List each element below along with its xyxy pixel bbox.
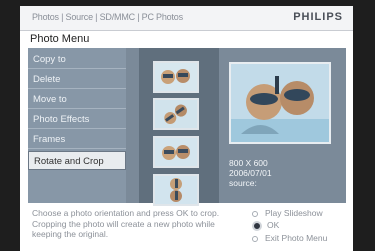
menu-item-move-to[interactable]: Move to bbox=[28, 90, 126, 109]
header-bar: Photos | Source | SD/MMC | PC Photos PHI… bbox=[20, 6, 353, 31]
photo-resolution: 800 X 600 bbox=[229, 158, 268, 168]
exit-icon bbox=[252, 235, 258, 242]
help-text: Choose a photo orientation and press OK … bbox=[32, 208, 252, 240]
photo-info: 800 X 600 2006/07/01 source: bbox=[229, 158, 272, 188]
menu-item-label: Move to bbox=[33, 94, 67, 105]
thumbnail-image bbox=[155, 138, 197, 166]
preview-image bbox=[231, 64, 329, 142]
thumbnail-photo-1[interactable] bbox=[153, 61, 199, 93]
play-slideshow-label: Play Slideshow bbox=[265, 208, 323, 218]
thumbnail-photo-3[interactable] bbox=[153, 136, 199, 168]
photo-date: 2006/07/01 bbox=[229, 168, 272, 178]
play-slideshow-option[interactable]: Play Slideshow bbox=[252, 208, 323, 218]
help-line-2: Cropping the photo will create a new pho… bbox=[32, 218, 215, 229]
photo-frame-screen: Photos | Source | SD/MMC | PC Photos PHI… bbox=[20, 6, 353, 251]
thumbnail-image bbox=[155, 100, 197, 128]
menu-item-label: Copy to bbox=[33, 54, 66, 65]
page-title: Photo Menu bbox=[30, 33, 90, 45]
thumbnail-photo-2[interactable] bbox=[153, 98, 199, 130]
thumbnail-photo-4[interactable] bbox=[153, 174, 199, 206]
breadcrumb: Photos | Source | SD/MMC | PC Photos bbox=[32, 12, 183, 22]
photo-source-label: source: bbox=[229, 178, 257, 188]
ok-button-icon bbox=[252, 220, 262, 231]
menu-item-delete[interactable]: Delete bbox=[28, 70, 126, 89]
menu-item-label: Frames bbox=[33, 134, 66, 145]
thumbnail-image bbox=[155, 63, 197, 91]
photo-preview bbox=[229, 62, 331, 144]
ok-option[interactable]: OK bbox=[252, 220, 279, 231]
device-frame: Photos | Source | SD/MMC | PC Photos PHI… bbox=[0, 0, 375, 251]
exit-label: Exit Photo Menu bbox=[265, 233, 328, 243]
thumbnail-image bbox=[155, 176, 197, 204]
menu-item-rotate-and-crop[interactable]: Rotate and Crop bbox=[28, 151, 126, 170]
exit-photo-menu-option[interactable]: Exit Photo Menu bbox=[252, 233, 327, 243]
menu-item-copy-to[interactable]: Copy to bbox=[28, 50, 126, 69]
menu-item-label: Rotate and Crop bbox=[34, 156, 104, 167]
help-line-1: Choose a photo orientation and press OK … bbox=[32, 208, 220, 218]
menu-item-label: Photo Effects bbox=[33, 114, 90, 125]
thumbnail-strip bbox=[139, 48, 219, 206]
help-line-3: keeping the original. bbox=[32, 229, 109, 239]
play-icon bbox=[252, 210, 258, 217]
ok-label: OK bbox=[267, 220, 280, 230]
photo-menu-list: Copy to Delete Move to Photo Effects Fra… bbox=[28, 48, 126, 203]
menu-item-label: Delete bbox=[33, 74, 61, 85]
brand-logo: PHILIPS bbox=[293, 11, 343, 23]
menu-item-frames[interactable]: Frames bbox=[28, 130, 126, 149]
photo-menu-panel: Copy to Delete Move to Photo Effects Fra… bbox=[28, 48, 346, 206]
menu-item-photo-effects[interactable]: Photo Effects bbox=[28, 110, 126, 129]
